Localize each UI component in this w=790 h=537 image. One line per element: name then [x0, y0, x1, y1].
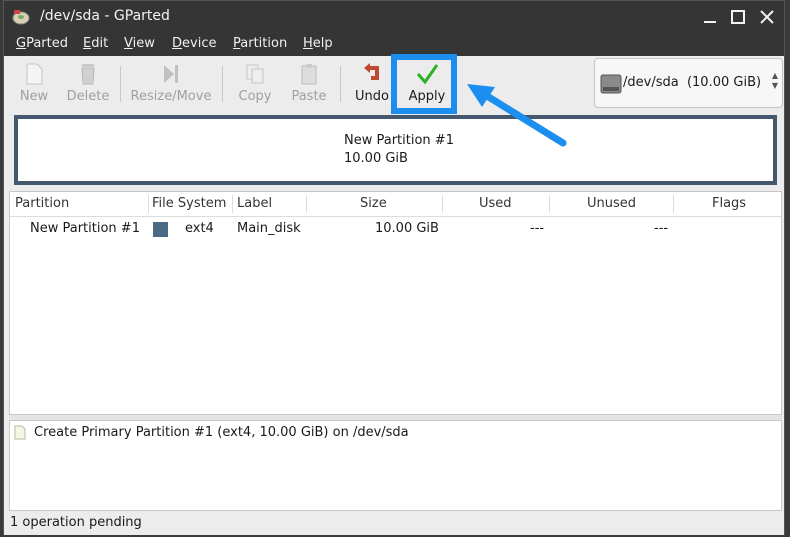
- undo-icon: [364, 63, 379, 80]
- menu-help[interactable]: Help: [303, 36, 333, 51]
- resize-move-button[interactable]: Resize/Move: [128, 56, 214, 111]
- column-divider: [673, 195, 674, 213]
- disk-graphic[interactable]: New Partition #1 10.00 GiB: [14, 115, 777, 185]
- partition-table-header: Partition File System Label Size Used Un…: [10, 192, 781, 217]
- new-button[interactable]: New: [12, 56, 56, 111]
- menu-bar: GParted Edit View Device Partition Help: [4, 34, 784, 56]
- column-header-flags[interactable]: Flags: [712, 196, 746, 211]
- minimize-icon[interactable]: [700, 7, 720, 27]
- close-icon[interactable]: [757, 7, 777, 27]
- menu-device[interactable]: Device: [172, 36, 216, 51]
- status-bar: 1 operation pending: [4, 511, 784, 535]
- cell-partition: New Partition #1: [30, 221, 140, 236]
- column-divider: [549, 195, 550, 213]
- list-item[interactable]: Create Primary Partition #1 (ext4, 10.00…: [34, 425, 409, 440]
- cell-unused: ---: [654, 221, 669, 236]
- paste-button[interactable]: Paste: [286, 56, 332, 111]
- filesystem-color-swatch: [153, 222, 168, 237]
- disk-graphic-partition-size: 10.00 GiB: [344, 151, 408, 166]
- copy-button[interactable]: Copy: [232, 56, 278, 111]
- column-header-label[interactable]: Label: [237, 196, 272, 211]
- device-selector-label: /dev/sda (10.00 GiB): [623, 75, 762, 90]
- cell-filesystem: ext4: [185, 221, 214, 236]
- menu-edit[interactable]: Edit: [83, 36, 108, 51]
- column-header-size[interactable]: Size: [360, 196, 387, 211]
- menu-view[interactable]: View: [124, 36, 155, 51]
- column-divider: [148, 195, 149, 213]
- new-document-icon: [26, 63, 43, 85]
- document-icon: [14, 425, 26, 440]
- copy-icon: [246, 64, 264, 84]
- delete-button[interactable]: Delete: [62, 56, 114, 111]
- table-row[interactable]: New Partition #1 ext4 Main_disk 10.00 Gi…: [10, 218, 781, 242]
- arrow-annotation-icon: [467, 84, 567, 147]
- undo-button[interactable]: Undo: [352, 56, 392, 111]
- device-selector[interactable]: /dev/sda (10.00 GiB) ▲ ▼: [594, 58, 783, 108]
- resize-icon: [164, 65, 178, 83]
- column-header-partition[interactable]: Partition: [15, 196, 69, 211]
- menu-gparted[interactable]: GParted: [16, 36, 68, 51]
- toolbar-separator: [222, 66, 223, 102]
- partition-table: Partition File System Label Size Used Un…: [9, 191, 782, 415]
- cell-label: Main_disk: [237, 221, 301, 236]
- cell-size: 10.00 GiB: [375, 221, 439, 236]
- column-divider: [306, 195, 307, 213]
- paste-icon: [301, 64, 317, 85]
- toolbar-separator: [120, 66, 121, 102]
- column-divider: [442, 195, 443, 213]
- spin-arrows-icon: ▲ ▼: [771, 71, 778, 90]
- toolbar-separator: [340, 66, 341, 102]
- column-header-used[interactable]: Used: [479, 196, 512, 211]
- menu-partition[interactable]: Partition: [233, 36, 287, 51]
- column-header-filesystem[interactable]: File System: [152, 196, 226, 211]
- title-bar: /dev/sda - GParted: [4, 1, 784, 34]
- window-title: /dev/sda - GParted: [40, 8, 170, 24]
- gparted-app-icon: [12, 10, 30, 25]
- disk-graphic-partition-name: New Partition #1: [344, 133, 454, 148]
- column-header-unused[interactable]: Unused: [587, 196, 636, 211]
- maximize-icon[interactable]: [728, 7, 748, 27]
- pending-operations-list: Create Primary Partition #1 (ext4, 10.00…: [9, 420, 782, 511]
- column-divider: [232, 195, 233, 213]
- apply-highlight-box: [391, 54, 457, 114]
- status-text: 1 operation pending: [10, 515, 142, 530]
- cell-used: ---: [530, 221, 545, 236]
- hard-disk-icon: [600, 74, 622, 94]
- trash-icon: [81, 64, 95, 85]
